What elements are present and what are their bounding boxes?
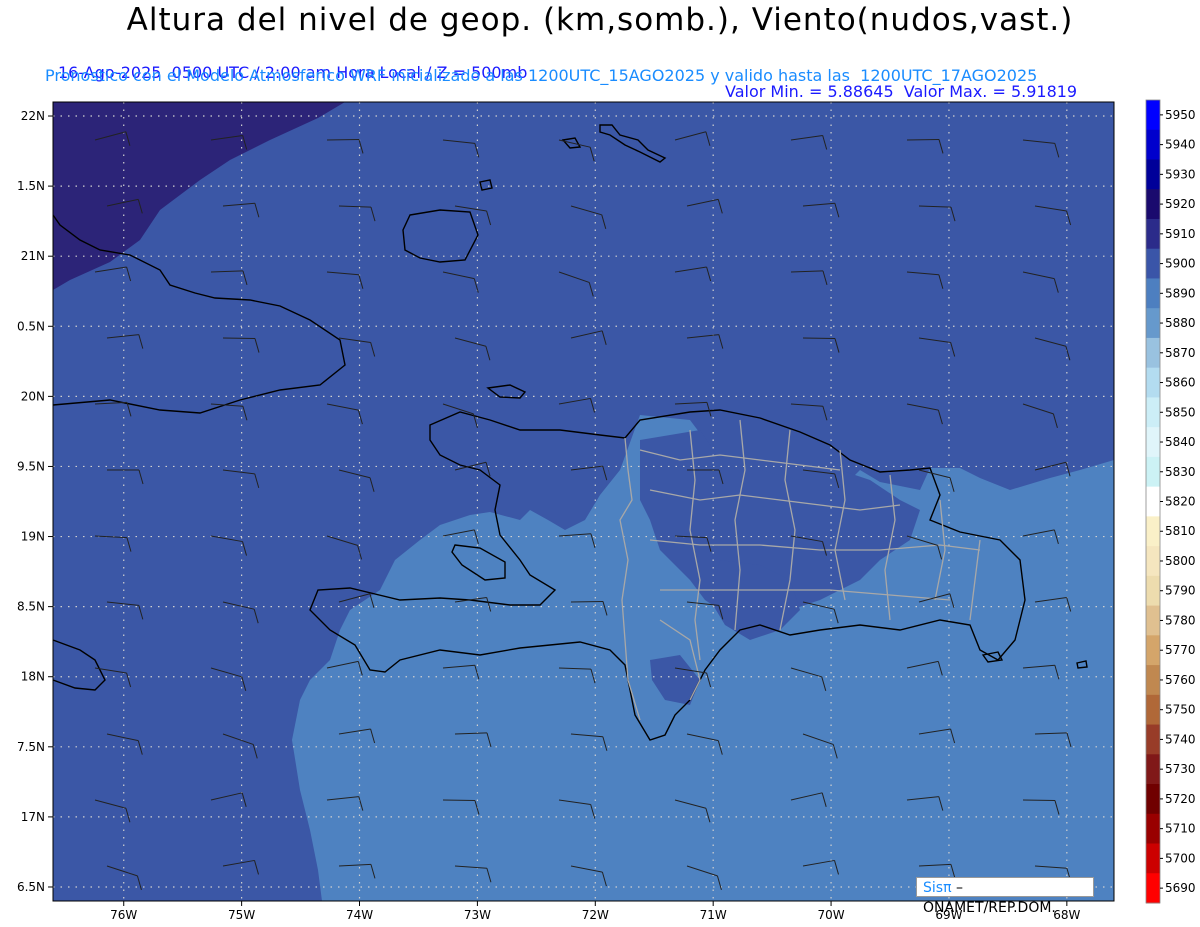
colorbar-label: 5720 (1165, 792, 1196, 806)
colorbar-label: 5940 (1165, 138, 1196, 152)
colorbar-label: 5820 (1165, 495, 1196, 509)
credit-box: Sisπ – ONAMET/REP.DOM. (916, 877, 1094, 916)
wind-barb (906, 138, 940, 141)
lat-tick-label: 20N (21, 389, 45, 403)
colorbar-swatch (1146, 100, 1160, 131)
lat-tick-label: 7.5N (17, 740, 45, 754)
colorbar-label: 5700 (1165, 851, 1196, 865)
colorbar-swatch (1146, 784, 1160, 815)
map-plot-area (53, 102, 1114, 901)
colorbar-label: 5890 (1165, 286, 1196, 300)
colorbar-label: 5810 (1165, 524, 1196, 538)
colorbar-label: 5870 (1165, 346, 1196, 360)
colorbar-swatch (1146, 159, 1160, 190)
latitude-axis: 22N 1.5N 21N 0.5N 20N 9.5N 19N 8.5N 18N 7.5N 17N 6.… (17, 109, 53, 894)
lat-tick-label: 19N (21, 530, 45, 544)
forecast-map: 22N 1.5N 21N 0.5N 20N 9.5N 19N 8.5N 18N 7.5N 17N 6.… (17, 99, 1196, 922)
colorbar-label: 5920 (1165, 197, 1196, 211)
lon-tick-label: 75W (228, 908, 255, 922)
colorbar-label: 5740 (1165, 732, 1196, 746)
colorbar-label: 5710 (1165, 822, 1196, 836)
colorbar-label: 5830 (1165, 465, 1196, 479)
colorbar-label: 5840 (1165, 435, 1196, 449)
colorbar-swatch (1146, 813, 1160, 845)
colorbar-swatch (1146, 248, 1160, 279)
lat-tick-label: 22N (21, 109, 45, 123)
colorbar-label: 5690 (1165, 881, 1196, 895)
wind-barb (802, 337, 836, 340)
colorbar-label: 5950 (1165, 108, 1196, 122)
colorbar-label: 5900 (1165, 257, 1196, 271)
colorbar-swatch (1146, 486, 1160, 517)
colorbar-swatch (1146, 873, 1160, 904)
lat-tick-label: 1.5N (17, 179, 45, 193)
colorbar-swatch (1146, 189, 1160, 220)
lon-tick-label: 73W (464, 908, 491, 922)
colorbar-label: 5850 (1165, 405, 1196, 419)
colorbar-swatch (1146, 218, 1160, 250)
colorbar-swatch (1146, 724, 1160, 755)
colorbar-label: 5880 (1165, 316, 1196, 330)
colorbar-label: 5770 (1165, 643, 1196, 657)
lon-tick-label: 68W (1053, 908, 1080, 922)
wind-barb (326, 138, 360, 141)
colorbar: 5950 5940 5930 5920 5910 5900 5890 5880 5870 5860… (1145, 99, 1196, 904)
colorbar-swatch (1146, 575, 1160, 607)
colorbar-swatch (1146, 546, 1160, 577)
sispi-logo-text: Sisπ (923, 880, 952, 896)
colorbar-label: 5860 (1165, 376, 1196, 390)
colorbar-label: 5730 (1165, 762, 1196, 776)
colorbar-swatch (1146, 278, 1160, 309)
colorbar-label: 5800 (1165, 554, 1196, 568)
lon-tick-label: 71W (700, 908, 727, 922)
colorbar-swatch (1146, 308, 1160, 339)
lon-tick-label: 72W (582, 908, 609, 922)
colorbar-swatch (1146, 605, 1160, 636)
colorbar-label: 5930 (1165, 167, 1196, 181)
colorbar-label: 5760 (1165, 673, 1196, 687)
colorbar-swatch (1146, 694, 1160, 726)
colorbar-swatch (1146, 129, 1160, 160)
colorbar-swatch (1146, 516, 1160, 547)
lat-tick-label: 6.5N (17, 880, 45, 894)
colorbar-swatch (1146, 456, 1160, 488)
colorbar-swatch (1146, 397, 1160, 428)
lon-tick-label: 76W (110, 908, 137, 922)
lon-tick-label: 74W (346, 908, 373, 922)
colorbar-label: 5790 (1165, 584, 1196, 598)
lat-tick-label: 21N (21, 249, 45, 263)
lat-tick-label: 0.5N (17, 319, 45, 333)
lon-tick-label: 70W (817, 908, 844, 922)
colorbar-swatch (1146, 427, 1160, 458)
wind-barb (1022, 799, 1056, 802)
lat-tick-label: 18N (21, 670, 45, 684)
lat-tick-label: 8.5N (17, 600, 45, 614)
colorbar-label: 5750 (1165, 703, 1196, 717)
colorbar-swatch (1146, 635, 1160, 666)
wind-barb (222, 337, 256, 340)
wind-barb (570, 600, 604, 603)
colorbar-swatch (1146, 337, 1160, 369)
colorbar-label: 5780 (1165, 613, 1196, 627)
lat-tick-label: 17N (21, 810, 45, 824)
wind-barb (442, 799, 476, 802)
colorbar-swatch (1146, 843, 1160, 874)
colorbar-swatch (1146, 665, 1160, 696)
colorbar-swatch (1146, 754, 1160, 785)
colorbar-swatch (1146, 367, 1160, 398)
colorbar-label: 5910 (1165, 227, 1196, 241)
lat-tick-label: 9.5N (17, 459, 45, 473)
